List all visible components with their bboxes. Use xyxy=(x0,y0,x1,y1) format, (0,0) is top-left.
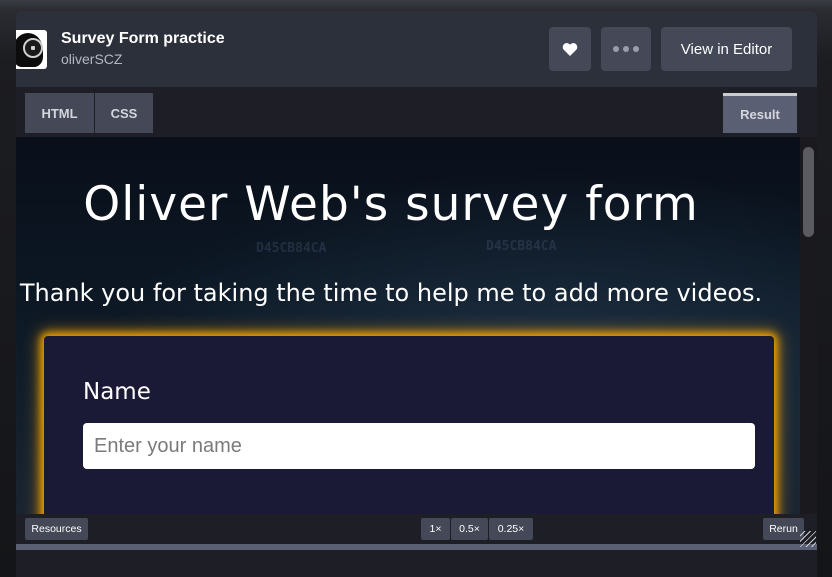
result-scrollbar[interactable] xyxy=(800,137,817,514)
more-options-button[interactable] xyxy=(601,27,651,71)
pen-title[interactable]: Survey Form practice xyxy=(61,30,225,48)
survey-title: Oliver Web's survey form xyxy=(83,177,699,232)
resize-grip-icon[interactable] xyxy=(800,531,816,547)
tab-css[interactable]: CSS xyxy=(95,93,153,133)
more-dots-icon xyxy=(613,46,639,52)
pen-author[interactable]: oliverSCZ xyxy=(61,51,122,67)
heart-button[interactable] xyxy=(549,27,591,71)
view-in-editor-button[interactable]: View in Editor xyxy=(661,27,792,71)
zoom-1x-button[interactable]: 1× xyxy=(421,518,450,540)
heart-icon xyxy=(562,42,578,56)
survey-description: Thank you for taking the time to help me… xyxy=(19,279,763,307)
codepen-embed: Survey Form practice oliverSCZ View in E… xyxy=(16,11,817,577)
embed-header: Survey Form practice oliverSCZ View in E… xyxy=(16,11,817,87)
name-input[interactable] xyxy=(83,423,755,469)
tab-html[interactable]: HTML xyxy=(25,93,94,133)
resources-button[interactable]: Resources xyxy=(25,518,88,540)
editor-tabs: HTML CSS Result xyxy=(16,87,817,137)
background-hex-text: D45CB84CA xyxy=(486,239,557,254)
result-preview: D45CB84CA D45CB84CA Oliver Web's survey … xyxy=(16,137,800,514)
resize-bar[interactable] xyxy=(16,544,817,550)
scrollbar-thumb[interactable] xyxy=(803,147,814,237)
avatar-figure xyxy=(16,33,43,67)
zoom-0.5x-button[interactable]: 0.5× xyxy=(451,518,488,540)
avatar[interactable] xyxy=(16,30,47,69)
survey-form: Name xyxy=(44,336,774,514)
background-hex-text: D45CB84CA xyxy=(256,241,327,256)
name-label: Name xyxy=(83,379,151,405)
tab-result[interactable]: Result xyxy=(723,93,797,133)
avatar-emblem-icon xyxy=(23,38,43,58)
embed-footer: Resources 1× 0.5× 0.25× Rerun xyxy=(16,514,817,544)
zoom-0.25x-button[interactable]: 0.25× xyxy=(489,518,533,540)
rerun-button[interactable]: Rerun xyxy=(763,518,804,540)
